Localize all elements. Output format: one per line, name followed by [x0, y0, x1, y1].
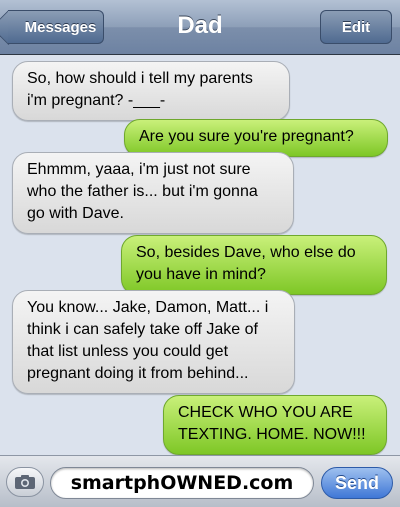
back-button-wrapper: Messages	[0, 0, 110, 55]
send-button-label: Send	[334, 472, 379, 493]
composer-bar: smartphOWNED.com Send	[0, 455, 400, 507]
edit-button-label: Edit	[341, 18, 371, 36]
message-list: So, how should i tell my parents i'm pre…	[0, 55, 400, 455]
message-bubble-received: So, how should i tell my parents i'm pre…	[12, 61, 290, 121]
back-button-label: Messages	[24, 18, 97, 36]
message-bubble-received: Ehmmm, yaaa, i'm just not sure who the f…	[12, 152, 294, 234]
send-button[interactable]: Send	[321, 467, 393, 499]
camera-icon	[15, 475, 35, 489]
message-bubble-sent: CHECK WHO YOU ARE TEXTING. HOME. NOW!!!	[163, 395, 387, 455]
edit-button[interactable]: Edit	[320, 10, 392, 44]
message-bubble-received: You know... Jake, Damon, Matt... i think…	[12, 290, 295, 394]
camera-button[interactable]	[6, 467, 44, 497]
back-button[interactable]: Messages	[8, 10, 104, 44]
message-bubble-sent: So, besides Dave, who else do you have i…	[121, 235, 387, 295]
message-input[interactable]: smartphOWNED.com	[50, 467, 314, 499]
navigation-bar: Messages Dad Edit	[0, 0, 400, 55]
